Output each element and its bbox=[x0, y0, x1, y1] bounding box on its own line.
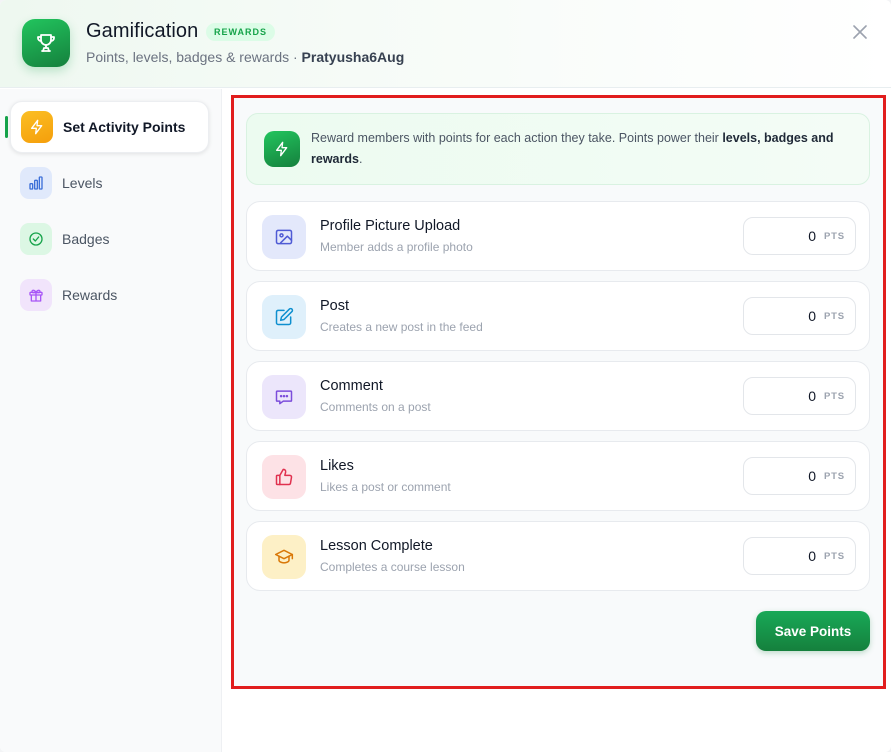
sidebar: Set Activity Points Levels Badges Reward… bbox=[0, 89, 222, 752]
close-icon bbox=[853, 25, 867, 39]
sidebar-item-label: Rewards bbox=[62, 287, 118, 303]
sidebar-item-label: Levels bbox=[62, 175, 103, 191]
username: Pratyusha6Aug bbox=[301, 49, 405, 65]
sidebar-item-rewards[interactable]: Rewards bbox=[10, 269, 209, 321]
close-button[interactable] bbox=[850, 22, 870, 42]
active-indicator bbox=[5, 116, 8, 138]
modal-header: Gamification REWARDS Points, levels, bad… bbox=[0, 0, 891, 88]
highlight-frame bbox=[231, 95, 886, 689]
bar-chart-icon bbox=[20, 167, 52, 199]
page-subtitle: Points, levels, badges & rewards · Praty… bbox=[86, 49, 404, 65]
check-circle-icon bbox=[20, 223, 52, 255]
sidebar-item-label: Set Activity Points bbox=[63, 119, 186, 135]
sidebar-item-set-activity-points[interactable]: Set Activity Points bbox=[10, 101, 209, 153]
rewards-badge: REWARDS bbox=[206, 23, 276, 41]
gift-icon bbox=[20, 279, 52, 311]
page-title: Gamification bbox=[86, 20, 199, 42]
lightning-icon bbox=[21, 111, 53, 143]
gamification-modal: Gamification REWARDS Points, levels, bad… bbox=[0, 0, 891, 752]
subtitle-text: Points, levels, badges & rewards · bbox=[86, 49, 302, 65]
sidebar-item-badges[interactable]: Badges bbox=[10, 213, 209, 265]
trophy-icon bbox=[22, 19, 70, 67]
sidebar-item-levels[interactable]: Levels bbox=[10, 157, 209, 209]
sidebar-item-label: Badges bbox=[62, 231, 110, 247]
